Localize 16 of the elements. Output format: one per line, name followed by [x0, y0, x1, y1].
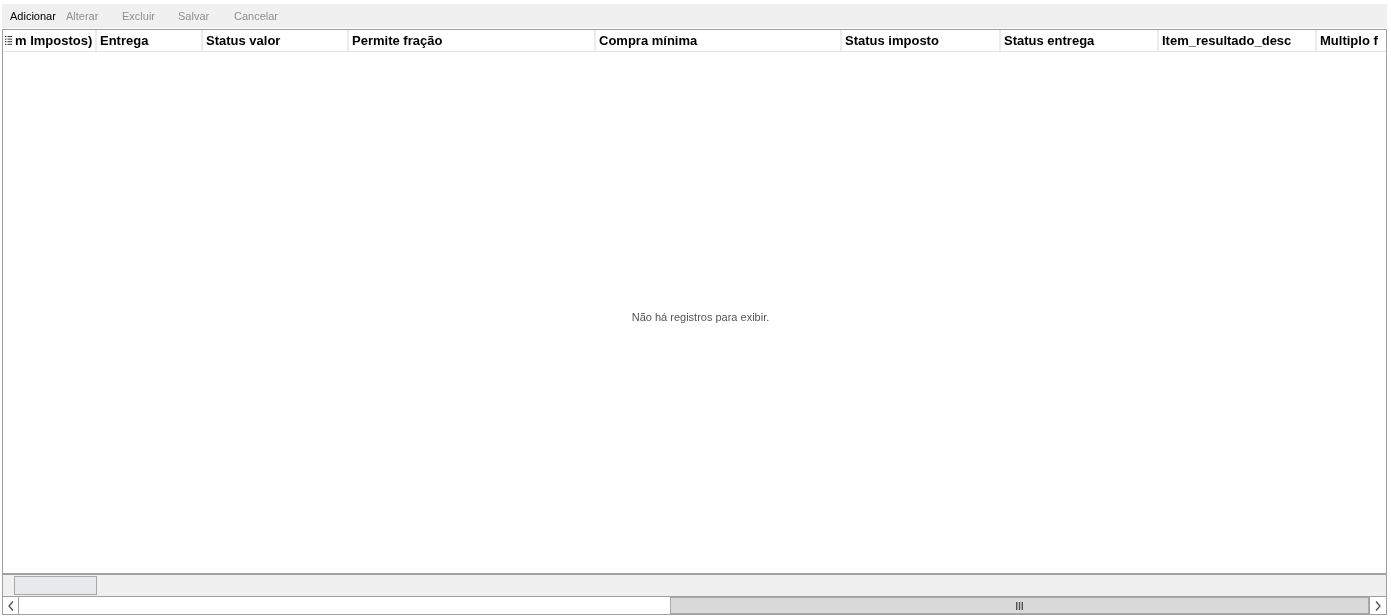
- column-header[interactable]: Status imposto: [845, 33, 939, 48]
- chevron-right-icon: [1375, 600, 1381, 611]
- list-icon[interactable]: [5, 36, 12, 45]
- column-header[interactable]: Status valor: [206, 33, 281, 48]
- chevron-left-icon: [7, 600, 14, 611]
- grip-icon: [1016, 601, 1023, 610]
- scrollbar-thumb[interactable]: [670, 597, 1369, 614]
- column-header[interactable]: Status entrega: [1004, 33, 1095, 48]
- empty-message: Não há registros para exibir.: [631, 310, 770, 323]
- column-header[interactable]: Multiplo f: [1320, 33, 1378, 48]
- toolbar-button[interactable]: Adicionar: [8, 7, 64, 25]
- column-header[interactable]: Item_resultado_desc: [1162, 33, 1292, 48]
- column-header[interactable]: m Impostos): [15, 33, 93, 48]
- column-header[interactable]: Entrega: [100, 33, 149, 48]
- column-header[interactable]: Compra mínima: [599, 33, 698, 48]
- column-header[interactable]: Permite fração: [352, 33, 443, 48]
